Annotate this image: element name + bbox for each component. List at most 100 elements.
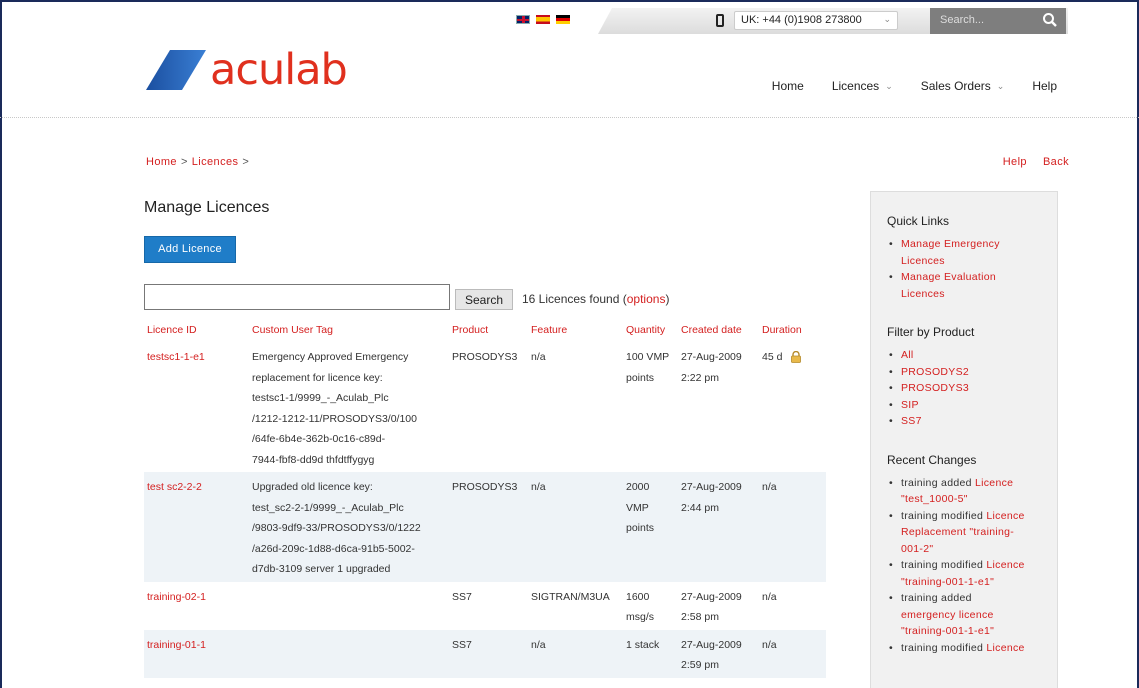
quantity-line: 1600 [626,590,650,603]
table-row: training-02-1 SS7 SIGTRAN/M3UA 1600 msg/s 27-… [144,582,826,630]
filter-item[interactable]: SIP [887,397,1041,414]
recent-change-text: training added [901,476,975,489]
phone-icon [716,14,724,27]
uk-flag-icon[interactable] [516,15,530,24]
aculab-logo[interactable]: aculab [146,49,348,92]
filter-item[interactable]: PROSODYS3 [887,380,1041,397]
chevron-down-icon: ⌄ [883,14,891,24]
breadcrumb-separator: > [180,156,188,168]
licence-id-link[interactable]: training-01-1 [147,639,206,651]
options-link[interactable]: options [627,292,666,306]
product-cell: SS7 [449,629,528,678]
quick-link-label: Manage Evaluation [901,271,996,283]
licence-id-cell: training-02-1 [144,582,249,630]
custom-user-tag-line: /1212-1212-11/PROSODYS3/0/100 [252,412,417,425]
nav-licences[interactable]: Licences ⌄ [832,79,893,93]
feature-cell: n/a [531,351,546,363]
breadcrumb-licences[interactable]: Licences [192,156,239,168]
recent-change-text: training added [901,592,972,604]
quantity-line: 2000 [626,481,650,493]
breadcrumb-home[interactable]: Home [146,156,177,168]
quantity-line: points [626,371,655,384]
quick-link-label: Licences [901,287,945,300]
created-date-line: 27-Aug-2009 [681,590,742,603]
licence-id-link[interactable]: training-02-1 [147,591,206,603]
created-date-line: 27-Aug-2009 [681,351,742,363]
custom-user-tag-line: 7944-fbf8-dd9d thfdtffygyg [252,453,375,466]
utility-bar: UK: +44 (0)1908 273800 ⌄ Search... [0,8,1139,34]
recent-change-link[interactable]: Replacement "training- [901,526,1014,538]
recent-change-text: training modified [901,641,987,654]
add-licence-button[interactable]: Add Licence [144,236,236,263]
duration-cell: n/a [759,629,826,678]
recent-change-link[interactable]: "training-001-1-e1" [901,576,994,588]
feature-cell: SIGTRAN/M3UA [531,590,610,603]
custom-user-tag-line: /9803-9df9-33/PROSODYS3/0/1222 [252,522,421,534]
quick-links-list: Manage EmergencyLicencesManage Evaluatio… [887,236,1041,302]
recent-change-link[interactable]: Licence [986,510,1024,522]
table-row: test sc2-2-2 Upgraded old licence key: tes… [144,472,826,582]
filter-item[interactable]: All [887,347,1041,364]
custom-user-tag-cell [249,582,449,630]
quantity-line: 1 stack [626,638,660,651]
licence-id-cell: test sc2-2-2 [144,472,249,582]
col-licence-id[interactable]: Licence ID [144,322,249,342]
licence-id-cell: testsc1-1-e1 [144,342,249,472]
search-icon[interactable] [1042,12,1058,28]
nav-home[interactable]: Home [772,79,804,93]
col-created-date[interactable]: Created date [678,322,759,342]
back-link[interactable]: Back [1043,156,1069,168]
recent-changes-title: Recent Changes [887,452,977,467]
results-count-text: 16 Licences found ( [522,292,627,306]
site-search-input[interactable]: Search... [930,8,1066,34]
product-cell: SS7 [452,590,472,603]
recent-change-link[interactable]: emergency licence [901,609,994,621]
custom-user-tag-line: replacement for licence key: [252,371,383,384]
recent-changes-list: training added Licence"test_1000-5"train… [887,475,1041,657]
filter-item[interactable]: SS7 [887,413,1041,430]
created-date-line: 27-Aug-2009 [681,481,742,493]
phone-region-value: UK: +44 (0)1908 273800 [741,14,862,26]
created-date-cell: 27-Aug-2009 2:59 pm [678,629,759,678]
duration-cell: 45 d [759,342,826,472]
search-button[interactable]: Search [455,289,513,310]
breadcrumb: Home > Licences > [146,156,249,168]
germany-flag-icon[interactable] [556,15,570,24]
chevron-down-icon: ⌄ [885,80,893,91]
licence-id-link[interactable]: testsc1-1-e1 [147,351,205,363]
duration-cell: n/a [759,472,826,582]
col-product[interactable]: Product [449,322,528,342]
duration-value: n/a [762,481,777,493]
phone-region-select[interactable]: UK: +44 (0)1908 273800 ⌄ [734,11,898,30]
nav-sales-orders[interactable]: Sales Orders ⌄ [921,79,1005,93]
nav-help[interactable]: Help [1032,79,1057,93]
created-date-cell: 27-Aug-2009 2:22 pm [678,342,759,472]
created-date-line: 2:58 pm [681,611,719,623]
help-link[interactable]: Help [1003,156,1027,168]
duration-value: n/a [762,638,777,651]
col-duration[interactable]: Duration [759,322,826,342]
recent-change-link[interactable]: Licence [986,559,1024,571]
filter-title: Filter by Product [887,325,975,339]
col-custom-user-tag[interactable]: Custom User Tag [249,322,449,342]
licence-id-link[interactable]: test sc2-2-2 [147,481,202,493]
licence-id-cell: training-01-1 [144,629,249,678]
filter-label: All [901,349,914,361]
custom-user-tag-cell [249,629,449,678]
recent-change-link[interactable]: 001-2" [901,543,933,555]
licence-search-input[interactable] [144,284,450,310]
recent-change-link[interactable]: Licence [975,477,1013,489]
recent-change-link[interactable]: "training-001-1-e1" [901,625,994,637]
recent-change-link[interactable]: Licence [986,642,1024,654]
chevron-down-icon: ⌄ [996,80,1005,91]
quick-link-item[interactable]: Manage Emergency Licences [887,236,1041,269]
filter-label: SIP [901,398,919,411]
filter-item[interactable]: PROSODYS2 [887,364,1041,381]
spain-flag-icon[interactable] [536,15,550,24]
quantity-line: 100 VMP [626,351,670,363]
recent-change-link[interactable]: "test_1000-5" [901,493,968,505]
quick-link-item[interactable]: Manage Evaluation Licences [887,269,1041,302]
col-feature[interactable]: Feature [528,322,623,342]
col-quantity[interactable]: Quantity [623,322,678,342]
created-date-cell: 27-Aug-2009 2:44 pm [678,472,759,582]
